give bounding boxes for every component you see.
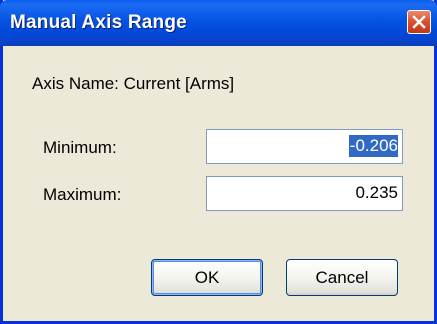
- cancel-button[interactable]: Cancel: [286, 259, 398, 296]
- maximum-field[interactable]: 0.235: [206, 176, 403, 211]
- title-bar[interactable]: Manual Axis Range: [0, 0, 437, 46]
- close-button[interactable]: [407, 10, 431, 34]
- close-icon: [412, 15, 426, 29]
- maximum-label: Maximum:: [43, 185, 122, 204]
- minimum-value: -0.206: [348, 135, 398, 157]
- axis-name-label: Axis Name: Current [Arms]: [32, 74, 235, 93]
- minimum-label: Minimum:: [43, 138, 117, 157]
- window-title: Manual Axis Range: [10, 12, 187, 33]
- ok-button[interactable]: OK: [151, 259, 263, 296]
- manual-axis-range-dialog: Manual Axis Range Axis Name: Current [Ar…: [0, 0, 437, 324]
- minimum-field[interactable]: -0.206: [206, 129, 403, 164]
- maximum-value: 0.235: [355, 183, 398, 202]
